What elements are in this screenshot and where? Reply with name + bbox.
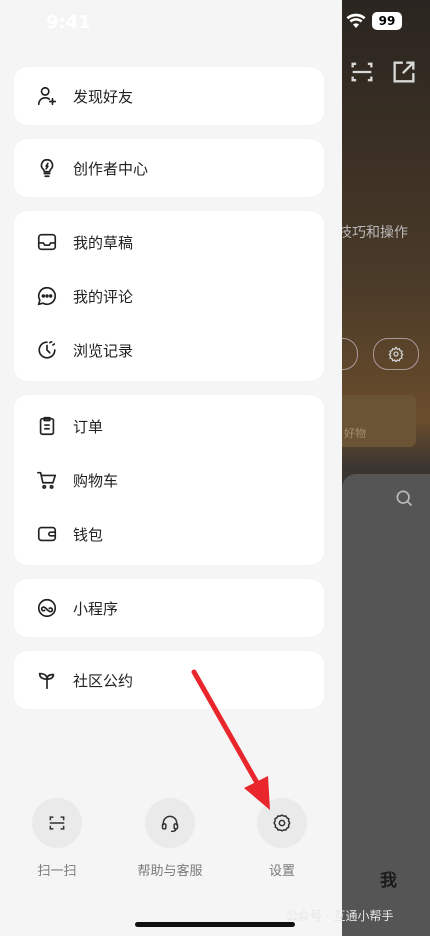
headset-icon bbox=[161, 815, 179, 833]
menu-label: 我的草稿 bbox=[73, 233, 134, 252]
menu-item-drafts[interactable]: 我的草稿 bbox=[14, 216, 324, 268]
menu-label: 创作者中心 bbox=[73, 159, 149, 178]
background-pill bbox=[342, 338, 358, 370]
menu-label: 小程序 bbox=[73, 599, 119, 618]
side-drawer: 9:41 发现好友 创作者中心 我的草稿 我的评论 浏览记录 订单 购物车 钱包… bbox=[0, 0, 342, 936]
menu-item-mini-programs[interactable]: 小程序 bbox=[14, 582, 324, 634]
menu-label: 社区公约 bbox=[73, 671, 134, 690]
clipboard-icon bbox=[39, 416, 55, 436]
lightbulb-icon bbox=[40, 158, 54, 178]
status-time: 9:41 bbox=[46, 12, 91, 33]
watermark: 公众号 · 互通小帮手 bbox=[286, 909, 394, 923]
menu-item-comments[interactable]: 我的评论 bbox=[14, 270, 324, 322]
shopping-cart-icon bbox=[37, 471, 57, 489]
background-settings-button bbox=[373, 338, 419, 370]
menu-item-creator-center[interactable]: 创作者中心 bbox=[14, 142, 324, 194]
menu-item-find-friends[interactable]: 发现好友 bbox=[14, 70, 324, 122]
home-indicator[interactable] bbox=[135, 922, 295, 927]
menu-label: 发现好友 bbox=[73, 87, 134, 106]
menu-item-history[interactable]: 浏览记录 bbox=[14, 324, 324, 376]
help-label: 帮助与客服 bbox=[137, 864, 203, 879]
menu-item-wallet[interactable]: 钱包 bbox=[14, 508, 324, 560]
wallet-icon bbox=[37, 526, 57, 542]
wifi-icon bbox=[346, 13, 366, 28]
background-hint-text: 技巧和操作 bbox=[342, 225, 408, 241]
background-sheet: 我 bbox=[342, 474, 430, 936]
battery-indicator: 99 bbox=[372, 12, 402, 30]
scan-button[interactable] bbox=[32, 798, 82, 848]
annotation-arrow bbox=[191, 669, 270, 810]
battery-level: 99 bbox=[378, 14, 396, 28]
scan-icon bbox=[351, 62, 373, 82]
gear-icon bbox=[388, 346, 404, 362]
scan-icon bbox=[49, 816, 65, 830]
menu-label: 订单 bbox=[73, 417, 104, 436]
background-card-title: 好物 bbox=[344, 427, 366, 440]
card-shopping: 订单 购物车 钱包 bbox=[14, 395, 324, 565]
search-icon bbox=[396, 490, 413, 507]
card-find-friends: 发现好友 bbox=[14, 67, 324, 125]
sprout-icon bbox=[38, 672, 55, 690]
menu-label: 浏览记录 bbox=[73, 341, 134, 360]
background-card: 好物 bbox=[342, 395, 416, 447]
history-icon bbox=[38, 340, 56, 359]
background-app: 技巧和操作 好物 我 99 bbox=[342, 0, 430, 936]
menu-item-orders[interactable]: 订单 bbox=[14, 400, 324, 452]
menu-label: 钱包 bbox=[73, 525, 104, 544]
card-mini-programs: 小程序 bbox=[14, 579, 324, 637]
inbox-icon bbox=[37, 233, 57, 251]
mini-program-icon bbox=[37, 598, 57, 618]
scan-label: 扫一扫 bbox=[37, 864, 77, 879]
card-activity: 我的草稿 我的评论 浏览记录 bbox=[14, 211, 324, 381]
add-user-icon bbox=[37, 86, 57, 106]
card-creator-center: 创作者中心 bbox=[14, 139, 324, 197]
menu-label: 我的评论 bbox=[73, 287, 134, 306]
settings-label: 设置 bbox=[268, 864, 295, 879]
share-icon bbox=[393, 61, 415, 83]
menu-item-cart[interactable]: 购物车 bbox=[14, 454, 324, 506]
comment-icon bbox=[37, 286, 57, 306]
menu-label: 购物车 bbox=[73, 471, 119, 490]
tab-me: 我 bbox=[380, 871, 397, 891]
